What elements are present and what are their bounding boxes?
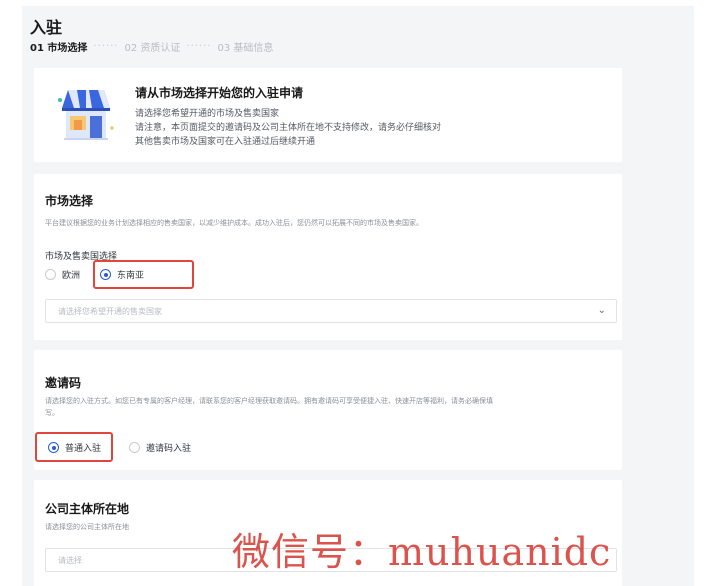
radio-option-europe[interactable]: 欧洲	[45, 268, 80, 281]
radio-europe-control[interactable]	[45, 269, 56, 280]
company-section-title: 公司主体所在地	[45, 502, 130, 516]
company-section-description: 请选择您的公司主体所在地	[45, 523, 129, 531]
country-select-placeholder: 请选择您希望开通的售卖国家	[58, 307, 162, 316]
step-3-basic-info: 03 基础信息	[217, 43, 274, 54]
market-section-description: 平台建议根据您的业务计划选择相应的售卖国家，以减少维护成本。成功入驻后，您仍然可…	[45, 219, 423, 227]
invite-description-line-2: 写。	[45, 409, 59, 417]
market-selection-card: 市场选择 平台建议根据您的业务计划选择相应的售卖国家，以减少维护成本。成功入驻后…	[34, 174, 622, 340]
market-section-title: 市场选择	[45, 194, 94, 208]
chevron-down-icon: ⌄	[597, 305, 606, 316]
invite-code-card: 邀请码 请选择您的入驻方式。如您已有专属的客户经理，请联系您的客户经理获取邀请码…	[34, 350, 622, 470]
step-1-market-selection: 01 市场选择	[30, 43, 88, 54]
invite-section-title: 邀请码	[45, 376, 82, 390]
step-indicator: 01 市场选择 ······ 02 资质认证 ······ 03 基础信息	[30, 39, 273, 54]
radio-option-invite-entry[interactable]: 邀请码入驻	[129, 441, 191, 454]
country-select[interactable]: 请选择您希望开通的售卖国家 ⌄	[45, 299, 617, 323]
radio-invite-entry-label: 邀请码入驻	[146, 444, 192, 454]
step-separator: ······	[186, 41, 212, 52]
intro-card: 请从市场选择开始您的入驻申请 请选择您希望开通的市场及售卖国家 请注意，本页面提…	[34, 68, 622, 162]
highlight-box-normal-entry	[35, 432, 113, 462]
step-2-qualification: 02 资质认证	[124, 43, 181, 54]
highlight-box-southeast-asia	[93, 260, 194, 289]
page-container: 入驻 01 市场选择 ······ 02 资质认证 ······ 03 基础信息…	[22, 6, 694, 586]
shop-storefront-icon	[58, 90, 114, 140]
intro-line-2: 请注意，本页面提交的邀请码及公司主体所在地不支持修改，请务必仔细核对	[135, 123, 442, 133]
radio-invite-entry-control[interactable]	[129, 442, 140, 453]
radio-europe-label: 欧洲	[62, 271, 81, 281]
invite-description-line-1: 请选择您的入驻方式。如您已有专属的客户经理，请联系您的客户经理获取邀请码。拥有邀…	[45, 397, 493, 405]
step-separator: ······	[93, 41, 119, 52]
intro-line-1: 请选择您希望开通的市场及售卖国家	[135, 109, 280, 119]
intro-title: 请从市场选择开始您的入驻申请	[135, 86, 304, 100]
company-location-placeholder: 请选择	[58, 556, 82, 565]
watermark-text: 微信号：muhuanidc	[232, 530, 612, 574]
page-title: 入驻	[30, 18, 63, 37]
intro-line-3: 其他售卖市场及国家可在入驻通过后继续开通	[135, 137, 316, 147]
